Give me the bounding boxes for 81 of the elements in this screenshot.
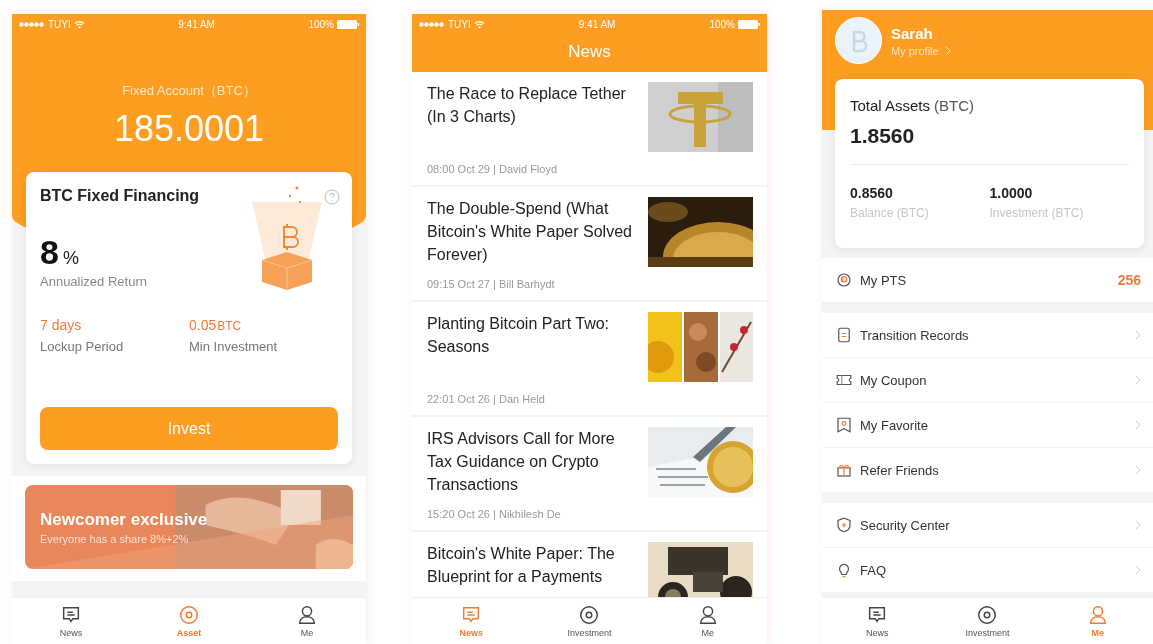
shield-icon <box>837 517 851 533</box>
signal-icon <box>419 21 445 27</box>
asset-label: Balance (BTC) <box>850 206 930 220</box>
assets-title: Total Assets <box>850 97 931 114</box>
account-balance: 185.0001 <box>113 108 265 150</box>
battery-icon <box>337 19 359 29</box>
chevron-icon <box>1135 565 1141 575</box>
news-title: The Double-Spend (What Bitcoin's White Paper Solved Forever) <box>427 199 633 265</box>
menu-row[interactable]: Refer Friends <box>822 448 1153 493</box>
news-title: Bitcoin's White Paper: The Blueprint for a Payments <box>427 544 616 587</box>
points-count: 256 <box>1117 272 1141 288</box>
status-time: 9:41 AM <box>578 18 616 30</box>
news-title: IRS Advisors Call for More Tax Guidance on Crypto Transactions <box>427 429 616 495</box>
wifi-icon <box>473 19 485 29</box>
asset-label: Investment (BTC) <box>989 206 1085 220</box>
tab[interactable]: News <box>822 598 933 644</box>
product-title: BTC Fixed Financing <box>40 187 200 205</box>
gift-icon <box>836 464 852 477</box>
avatar-icon[interactable] <box>835 17 882 64</box>
lightbulb-icon <box>838 563 850 578</box>
help-icon[interactable] <box>324 189 340 205</box>
menu-row[interactable]: My Favorite <box>822 403 1153 448</box>
menu-row[interactable]: My Coupon <box>822 358 1153 403</box>
menu-row[interactable]: Security Center <box>822 503 1153 548</box>
news-item[interactable]: IRS Advisors Call for More Tax Guidance on Crypto Transactions 15:20 Oct 26 | Nikhilesh De <box>412 417 767 532</box>
news-meta: 22:01 Oct 26 | Dan Held <box>427 393 546 405</box>
battery-icon <box>738 19 760 29</box>
person-icon <box>296 604 318 626</box>
assets-total: 1.8560 <box>850 124 1129 165</box>
menu-row[interactable]: FAQ <box>822 548 1153 593</box>
target-icon <box>976 604 999 626</box>
chevron-icon <box>1135 420 1141 430</box>
target-icon <box>578 604 601 626</box>
menu-row[interactable]: Transition Records <box>822 313 1153 358</box>
menu-row[interactable]: My PTS 256 <box>822 258 1153 303</box>
bookmark-icon <box>837 417 851 433</box>
chevron-icon <box>1135 520 1141 530</box>
return-rate: 8 <box>40 233 59 272</box>
stat-label: Lockup Period <box>40 339 125 354</box>
chevron-icon <box>1135 375 1141 385</box>
battery-percent: 100% <box>709 18 735 30</box>
target-icon <box>178 604 200 626</box>
carrier-name: TUYI <box>448 18 471 30</box>
news-item[interactable]: The Race to Replace Tether (In 3 Charts) 08:00 Oct 29 | David Floyd <box>412 72 767 187</box>
user-name: Sarah <box>891 24 934 42</box>
banner-subtitle: Everyone has a share 8%+2% <box>40 532 190 545</box>
tab[interactable]: Investment <box>530 598 649 644</box>
stat-label: Min Investment <box>189 339 279 354</box>
assets-unit: (BTC) <box>934 97 975 114</box>
news-meta: 08:00 Oct 29 | David Floyd <box>427 163 559 175</box>
return-label: Annualized Return <box>40 274 148 289</box>
chevron-icon <box>1135 330 1141 340</box>
news-meta: 15:20 Oct 26 | Nikhilesh De <box>427 508 562 520</box>
account-label: Fixed Account（BTC） <box>122 82 256 100</box>
screen-title: News <box>567 41 612 63</box>
status-time: 9:41 AM <box>178 18 215 30</box>
stat-value: 7 days <box>40 317 82 333</box>
tab[interactable]: News <box>12 598 130 644</box>
tab[interactable]: Me <box>248 598 366 644</box>
percent-sign: % <box>62 248 79 269</box>
tab[interactable]: Me <box>648 598 767 644</box>
news-meta: 09:15 Oct 27 | Bill Barhydt <box>427 278 556 290</box>
signal-icon <box>19 21 45 27</box>
news-title: The Race to Replace Tether (In 3 Charts) <box>427 84 627 127</box>
news-item[interactable]: Planting Bitcoin Part Two: Seasons 22:01 Oct 26 | Dan Held <box>412 302 767 417</box>
stat-unit: BTC <box>217 319 242 333</box>
battery-percent: 100% <box>308 18 334 30</box>
news-item[interactable]: The Double-Spend (What Bitcoin's White Paper Solved Forever) 09:15 Oct 27 | Bill Barhydt <box>412 187 767 302</box>
carrier-name: TUYI <box>48 18 71 30</box>
document-icon <box>838 327 850 343</box>
asset-value: 0.8560 <box>850 185 894 201</box>
asset-value: 1.0000 <box>989 185 1034 201</box>
chevron-icon <box>944 45 952 56</box>
ticket-icon <box>836 374 852 386</box>
news-title: Planting Bitcoin Part Two: Seasons <box>427 314 611 357</box>
chevron-icon <box>1135 465 1141 475</box>
banner-title: Newcomer exclusive <box>40 509 209 530</box>
stat-value: 0.05 <box>189 317 217 333</box>
wifi-icon <box>73 19 85 29</box>
points-icon <box>837 273 851 287</box>
tab[interactable]: Investment <box>932 598 1043 644</box>
